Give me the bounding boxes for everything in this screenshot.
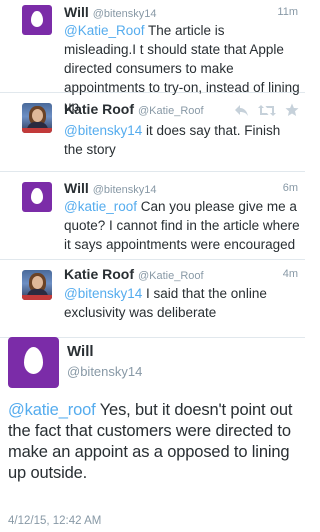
avatar[interactable] — [22, 103, 52, 133]
star-icon[interactable] — [285, 103, 299, 117]
author-name[interactable]: Will — [64, 180, 89, 196]
tweet-timestamp: 4/12/15, 12:42 AM — [8, 515, 102, 527]
tweet-time[interactable]: 6m — [283, 182, 298, 194]
author-name[interactable]: Will — [67, 343, 94, 360]
mention-link[interactable]: @bitensky14 — [64, 123, 142, 138]
mention-link[interactable]: @bitensky14 — [64, 286, 142, 301]
avatar[interactable] — [22, 5, 52, 35]
author-handle: @bitensky14 — [92, 184, 157, 196]
avatar[interactable] — [22, 182, 52, 212]
retweet-icon[interactable] — [258, 104, 276, 117]
tweet-header: Katie Roof @Katie_Roof 4m — [64, 266, 298, 282]
tweet-item[interactable]: Katie Roof @Katie_Roof @bitensky14 it doe… — [0, 93, 305, 172]
tweet-time[interactable]: 4m — [283, 268, 298, 280]
author-name[interactable]: Katie Roof — [64, 101, 134, 117]
tweet-item[interactable]: Katie Roof @Katie_Roof 4m @bitensky14 I s… — [0, 260, 305, 338]
tweet-text: @katie_roof Can you please give me a quo… — [64, 197, 300, 254]
author-handle: @bitensky14 — [67, 364, 143, 379]
tweet-text: @bitensky14 it does say that. Finish the… — [64, 121, 300, 159]
main-tweet: Will @bitensky14 @katie_roof Yes, but it… — [0, 337, 305, 532]
avatar[interactable] — [22, 270, 52, 300]
tweet-header: Will @bitensky14 6m — [64, 180, 298, 196]
author-handle: @Katie_Roof — [138, 270, 204, 282]
tweet-header: Will @bitensky14 11m — [64, 4, 298, 20]
author-handle: @Katie_Roof — [138, 105, 204, 117]
author-name[interactable]: Katie Roof — [64, 266, 134, 282]
author-name[interactable]: Will — [64, 4, 89, 20]
tweet-text: @bitensky14 I said that the online exclu… — [64, 284, 300, 322]
mention-link[interactable]: @katie_roof — [8, 401, 96, 419]
mention-link[interactable]: @katie_roof — [64, 199, 137, 214]
avatar[interactable] — [8, 337, 59, 388]
tweet-item[interactable]: Will @bitensky14 11m @Katie_Roof The arti… — [0, 0, 305, 114]
tweet-actions — [234, 101, 299, 119]
mention-link[interactable]: @Katie_Roof — [64, 23, 145, 38]
tweet-time[interactable]: 11m — [277, 6, 298, 18]
tweet-item[interactable]: Will @bitensky14 6m @katie_roof Can you p… — [0, 172, 305, 260]
author-handle: @bitensky14 — [92, 8, 157, 20]
reply-icon[interactable] — [234, 104, 249, 117]
tweet-text: @katie_roof Yes, but it doesn't point ou… — [8, 400, 308, 484]
